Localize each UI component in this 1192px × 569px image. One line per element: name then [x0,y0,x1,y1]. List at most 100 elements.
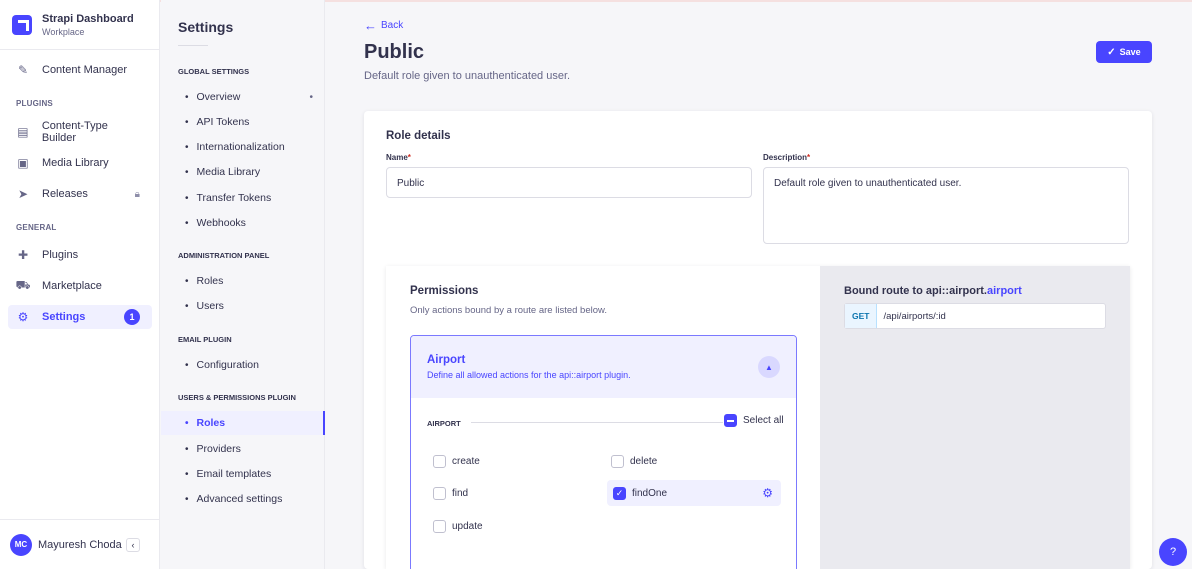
subnav-item-transfer-tokens[interactable]: • Transfer Tokens [161,186,325,210]
permission-findone[interactable]: ✓ findOne ⚙ [607,480,781,506]
subnav-item-advanced-settings[interactable]: • Advanced settings [161,487,325,511]
plugin-description: Define all allowed actions for the api::… [427,370,631,380]
subnav-item-email-templates[interactable]: • Email templates [161,462,325,486]
subnav-label: Media Library [196,166,261,178]
permission-label: delete [630,455,658,467]
subnav-item-internationalization[interactable]: • Internationalization [161,135,325,159]
page-title: Public [364,41,425,63]
bullet-icon: • [185,141,189,153]
checkbox[interactable] [433,519,446,533]
bullet-icon: • [185,91,189,103]
indeterminate-checkbox-icon[interactable] [724,414,737,427]
permission-label: update [452,520,483,532]
nav-content-type-builder[interactable]: ▤ Content-Type Builder [8,120,152,144]
permissions-subtitle: Only actions bound by a route are listed… [410,305,607,316]
subnav-label: Providers [196,443,241,455]
subnav-item-users[interactable]: • Users [161,294,325,318]
new-indicator: • [309,91,313,103]
user-name: Mayuresh Choda... [38,538,122,551]
nav-media-library[interactable]: ▣ Media Library [8,151,152,175]
general-section-label: GENERAL [16,223,57,232]
subnav-label: Webhooks [196,217,246,229]
name-label: Name* [386,153,411,162]
permission-delete[interactable]: delete [611,448,657,474]
plugin-accordion: Airport Define all allowed actions for t… [410,335,797,569]
subnav-label: Roles [196,417,226,429]
subnav-item-media-library[interactable]: • Media Library [161,160,325,184]
help-button[interactable]: ? [1159,538,1187,566]
gear-icon[interactable]: ⚙ [762,486,773,500]
bound-route-highlight: airport [986,285,1022,297]
workspace-header[interactable]: Strapi Dashboard Workplace [0,0,159,50]
nav-plugins[interactable]: ✚ Plugins [8,243,152,267]
required-mark: * [807,153,811,162]
subnav-item-up-roles[interactable]: • Roles [161,411,325,435]
permission-update[interactable]: update [433,513,483,539]
role-details-title: Role details [386,130,451,142]
collapse-nav-button[interactable]: ‹ [126,537,140,552]
settings-subnav: Settings GLOBAL SETTINGS • Overview • • API… [161,0,325,569]
subnav-label: Overview [196,91,241,103]
role-card: Role details Name* Public Description* D… [364,111,1152,569]
subnav-divider [178,45,208,46]
checkbox[interactable] [433,486,446,500]
plugin-accordion-header[interactable]: Airport Define all allowed actions for t… [411,336,796,398]
subnav-label: Configuration [196,359,259,371]
permissions-panel: Permissions Only actions bound by a rout… [386,266,1130,569]
bullet-icon: • [185,192,189,204]
permission-find[interactable]: find [433,480,468,506]
permission-label: create [452,455,480,467]
email-plugin-label: EMAIL PLUGIN [178,335,232,344]
subnav-item-webhooks[interactable]: • Webhooks [161,211,325,235]
bullet-icon: • [185,300,189,312]
nav-releases[interactable]: ➤ Releases 🔒︎ [8,182,152,206]
image-icon: ▣ [17,156,29,170]
nav-label: Settings [42,311,86,323]
subnav-item-providers[interactable]: • Providers [161,437,325,461]
gear-icon: ⚙ [17,310,29,324]
required-mark: * [407,153,411,162]
subnav-item-roles[interactable]: • Roles [161,269,325,293]
route-path: /api/airports/:id [883,310,946,322]
bound-route-panel: Bound route to api::airport.airport GET … [820,266,1130,569]
nav-content-manager[interactable]: ✎ Content Manager [8,58,152,82]
description-textarea[interactable]: Default role given to unauthenticated us… [763,167,1129,244]
subnav-item-api-tokens[interactable]: • API Tokens [161,110,325,134]
app-title: Strapi Dashboard [42,13,134,25]
bullet-icon: • [185,468,189,480]
chevron-up-icon[interactable]: ▲ [758,356,780,378]
checkbox[interactable]: ✓ [613,486,626,500]
name-input[interactable]: Public [386,167,752,198]
subnav-item-overview[interactable]: • Overview • [161,85,325,109]
main-navigation: Strapi Dashboard Workplace ✎ Content Man… [0,0,160,569]
name-label-text: Name [386,153,408,162]
back-link[interactable]: ← Back [364,18,403,33]
back-label: Back [381,20,404,31]
checkbox[interactable] [433,454,446,468]
avatar: MC [10,533,32,556]
permission-label: findOne [632,487,668,499]
nav-settings[interactable]: ⚙ Settings 1 [8,305,152,329]
permission-create[interactable]: create [433,448,480,474]
subnav-label: Internationalization [196,141,285,153]
nav-label: Marketplace [42,280,102,292]
admin-panel-label: ADMINISTRATION PANEL [178,251,270,260]
subnav-item-configuration[interactable]: • Configuration [161,353,325,377]
user-menu[interactable]: MC Mayuresh Choda... ‹ [0,519,160,569]
permission-label: find [452,487,469,499]
plugin-name: Airport [427,354,466,366]
checkbox[interactable] [611,454,624,468]
nav-label: Media Library [42,157,109,169]
arrow-left-icon: ← [364,18,377,33]
group-divider [471,422,723,423]
nav-label: Content-Type Builder [41,120,108,144]
workspace-info: Strapi Dashboard Workplace [42,13,134,38]
puzzle-icon: ✚ [17,248,29,262]
lock-icon: 🔒︎ [134,188,140,200]
nav-marketplace[interactable]: ⛟ Marketplace [8,274,152,298]
select-all-label: Select all [743,415,784,426]
nav-label: Releases [42,188,88,200]
save-button[interactable]: ✓ Save [1096,41,1152,63]
check-icon: ✓ [1107,46,1116,58]
select-all-checkbox[interactable]: Select all [724,414,784,427]
